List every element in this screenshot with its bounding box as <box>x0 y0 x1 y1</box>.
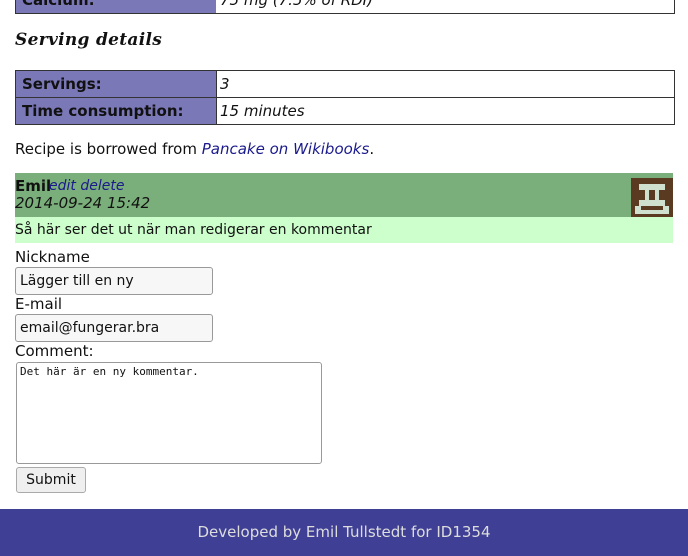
edit-comment-link[interactable]: edit <box>49 178 76 194</box>
recipe-source-suffix: . <box>369 140 375 158</box>
recipe-source-link[interactable]: Pancake on Wikibooks <box>202 140 370 158</box>
comment-header: Emil edit delete 2014-09-24 15:42 <box>15 173 673 220</box>
serving-details-heading: Serving details <box>15 30 163 50</box>
comment-label: Comment: <box>15 342 94 360</box>
comment-body: Så här ser det ut när man redigerar en k… <box>15 217 673 243</box>
comment-actions: edit delete <box>49 178 124 194</box>
email-input[interactable]: email@fungerar.bra <box>15 314 213 342</box>
nutrition-row-calcium: Calcium: 75 mg (7.5% of RDI) <box>15 0 675 14</box>
comment-textarea[interactable]: Det här är en ny kommentar. <box>16 362 322 464</box>
nickname-input[interactable]: Lägger till en ny <box>15 267 213 295</box>
nutrition-label: Calcium: <box>16 0 216 13</box>
submit-button[interactable]: Submit <box>16 467 86 493</box>
recipe-source-prefix: Recipe is borrowed from <box>15 140 202 158</box>
servings-value: 3 <box>216 70 675 98</box>
comment-date: 2014-09-24 15:42 <box>15 194 151 212</box>
nickname-label: Nickname <box>15 248 90 266</box>
nutrition-value: 75 mg (7.5% of RDI) <box>220 0 373 9</box>
servings-label: Servings: <box>15 70 217 98</box>
table-row: Time consumption: 15 minutes <box>15 97 675 125</box>
delete-comment-link[interactable]: delete <box>80 178 124 194</box>
time-consumption-value: 15 minutes <box>216 97 675 125</box>
table-row: Servings: 3 <box>15 70 675 98</box>
serving-details-table: Servings: 3 Time consumption: 15 minutes <box>15 70 675 125</box>
comment-author: Emil <box>15 177 52 195</box>
identicon-icon <box>631 178 673 220</box>
email-label: E-mail <box>15 295 63 313</box>
avatar <box>631 178 673 220</box>
recipe-source: Recipe is borrowed from Pancake on Wikib… <box>15 140 374 158</box>
page-footer: Developed by Emil Tullstedt for ID1354 <box>0 509 688 556</box>
time-consumption-label: Time consumption: <box>15 97 217 125</box>
